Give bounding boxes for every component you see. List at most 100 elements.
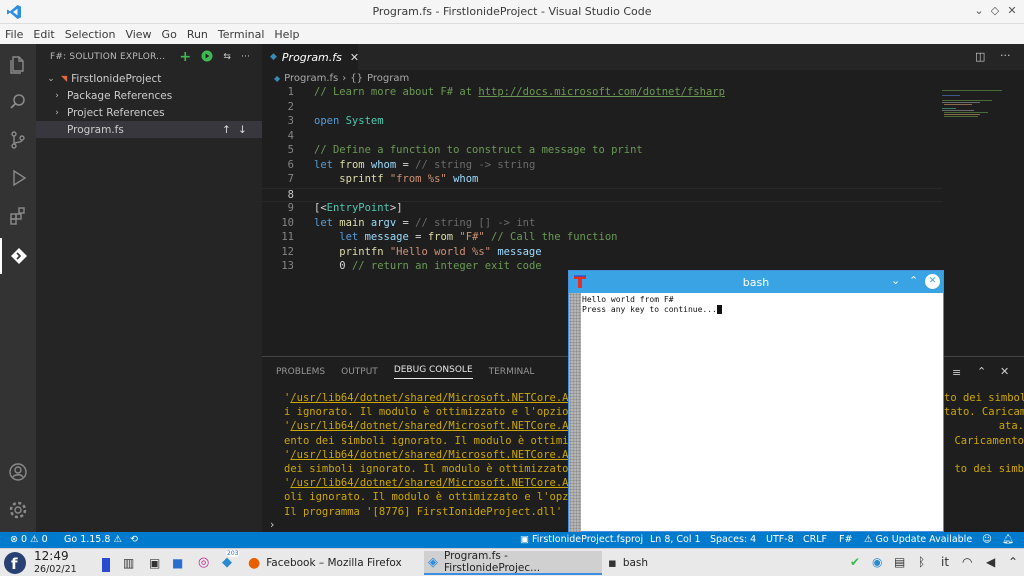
minimap[interactable] [934, 86, 1024, 146]
clear-console-icon[interactable]: ≡ [952, 366, 961, 379]
code-line[interactable]: 6 let from whom = // string -> string [262, 159, 942, 174]
menu-selection[interactable]: Selection [60, 24, 121, 41]
end-of-line[interactable]: CRLF [803, 534, 827, 545]
source-control-icon[interactable] [0, 122, 36, 158]
notifications-icon[interactable]: 🔔︎ [1002, 534, 1014, 545]
terminal-output[interactable]: Hello world from F# Press any key to con… [581, 295, 722, 315]
code-area[interactable]: 1 // Learn more about F# at http://docs.m… [262, 86, 942, 275]
tab-terminal[interactable]: TERMINAL [489, 367, 535, 377]
check-status-icon[interactable]: ✔ [850, 555, 860, 569]
problems-status[interactable]: ⊗ 0 ⚠ 0 [10, 534, 48, 545]
indentation[interactable]: Spaces: 4 [710, 534, 756, 545]
refresh-icon[interactable]: ⇆ [223, 52, 231, 62]
menu-go[interactable]: Go [157, 24, 182, 41]
project-status[interactable]: ▣ FirstIonideProject.fsproj [520, 534, 643, 545]
minimize-icon[interactable]: ⌄ [891, 274, 900, 287]
run-debug-icon[interactable] [0, 160, 36, 196]
tree-item-project-references[interactable]: › Project References [36, 104, 262, 121]
tab-debug-console[interactable]: DEBUG CONSOLE [393, 365, 473, 379]
bluetooth-icon[interactable]: ᛒ [918, 555, 925, 569]
maximize-icon[interactable]: ◇ [988, 4, 1002, 17]
wifi-icon[interactable]: ◠ [962, 555, 972, 569]
cursor-position[interactable]: Ln 8, Col 1 [650, 534, 701, 545]
menu-file[interactable]: File [0, 24, 28, 41]
console-path-link[interactable]: /usr/lib64/dotnet/shared/Microsoft.NETCo… [290, 392, 568, 404]
console-path-link[interactable]: /usr/lib64/dotnet/shared/Microsoft.NETCo… [290, 449, 568, 461]
line-number: 9 [287, 202, 294, 214]
more-actions-icon[interactable]: ··· [1000, 49, 1011, 62]
clock[interactable]: 12:49 26/02/21 [34, 550, 77, 576]
close-icon[interactable]: ✕ [925, 274, 940, 289]
code-line[interactable]: 9 [<EntryPoint>] [262, 202, 942, 217]
account-icon[interactable] [0, 454, 36, 490]
split-editor-icon[interactable]: ◫ [975, 50, 985, 63]
tree-project[interactable]: ⌄ ◥ FirstIonideProject [36, 70, 262, 87]
terminal-scrollbar[interactable] [569, 293, 581, 532]
files-icon[interactable]: ■ [172, 556, 183, 570]
console-path-link[interactable]: /usr/lib64/dotnet/shared/Microsoft.NETCo… [290, 477, 568, 489]
terminal-launcher-icon[interactable]: ▣ [149, 556, 160, 570]
encoding[interactable]: UTF-8 [766, 534, 794, 545]
go-version[interactable]: Go 1.15.8 ⚠ [64, 534, 122, 545]
software-icon[interactable]: ◎ [198, 555, 209, 570]
code-line[interactable]: 7 sprintf "from %s" whom [262, 173, 942, 188]
tab-program-fs[interactable]: ◆ Program.fs ✕ [262, 44, 359, 70]
code-line[interactable]: 2 [262, 101, 942, 116]
run-icon[interactable] [201, 50, 213, 65]
bash-title-bar[interactable]: bash ⌄ ⌃ ✕ [569, 271, 943, 293]
tree-item-package-references[interactable]: › Package References [36, 87, 262, 104]
code-line[interactable]: 3 open System [262, 115, 942, 130]
code-line[interactable]: 5 // Define a function to construct a mes… [262, 144, 942, 159]
clipboard-icon[interactable]: ▤ [894, 555, 905, 569]
breadcrumb-symbol[interactable]: Program [367, 73, 409, 84]
code-line[interactable]: 4 [262, 130, 942, 145]
menu-run[interactable]: Run [182, 24, 213, 41]
move-down-icon[interactable]: ↓ [238, 124, 247, 136]
close-panel-icon[interactable]: ✕ [1000, 365, 1009, 378]
tab-problems[interactable]: PROBLEMS [276, 367, 325, 377]
code-line[interactable]: 1 // Learn more about F# at http://docs.m… [262, 86, 942, 101]
menu-view[interactable]: View [120, 24, 156, 41]
language-mode[interactable]: F# [839, 534, 852, 545]
settings-gear-icon[interactable] [0, 492, 36, 528]
task-bash[interactable]: ▪ bash [604, 551, 782, 575]
more-actions-icon[interactable]: ··· [241, 52, 250, 62]
close-icon[interactable]: ✕ [1005, 4, 1019, 17]
maximize-icon[interactable]: ⌃ [909, 274, 918, 287]
code-line[interactable]: 12 printfn "Hello world %s" message [262, 246, 942, 261]
minimize-icon[interactable]: ⌄ [972, 4, 986, 17]
maximize-panel-icon[interactable]: ⌃ [977, 365, 986, 378]
close-tab-icon[interactable]: ✕ [350, 51, 359, 64]
console-path-link[interactable]: /usr/lib64/dotnet/shared/Microsoft.NETCo… [290, 420, 568, 432]
menu-terminal[interactable]: Terminal [213, 24, 270, 41]
fsharp-solution-explorer-icon[interactable] [0, 238, 36, 274]
update-tray-icon[interactable]: ◉ [872, 555, 882, 569]
task-firefox[interactable]: ● Facebook – Mozilla Firefox [244, 551, 422, 575]
window-manager-icon[interactable]: ▥ [123, 556, 134, 570]
volume-icon[interactable]: ◀ [986, 555, 995, 569]
tab-output[interactable]: OUTPUT [341, 367, 378, 377]
console-prompt[interactable]: › [270, 518, 274, 531]
feedback-icon[interactable]: ☺ [982, 534, 992, 545]
code-line[interactable]: 11 let message = from "F#" // Call the f… [262, 231, 942, 246]
menu-help[interactable]: Help [269, 24, 304, 41]
fedora-logo-icon[interactable]: f [3, 551, 27, 575]
move-up-icon[interactable]: ↑ [222, 124, 231, 136]
menu-edit[interactable]: Edit [28, 24, 59, 41]
tray-expand-icon[interactable]: ⌃ [1008, 555, 1018, 569]
keyboard-layout-label[interactable]: it [941, 555, 949, 569]
breadcrumb-file[interactable]: Program.fs [284, 73, 338, 84]
task-vscode[interactable]: ◈ Program.fs - FirstIonideProjec... [424, 550, 602, 575]
code-line[interactable]: 8 [262, 187, 942, 202]
explorer-icon[interactable] [0, 46, 36, 82]
updates-icon[interactable]: ◆ [222, 555, 232, 570]
search-icon[interactable] [0, 84, 36, 120]
extensions-icon[interactable] [0, 198, 36, 234]
sync-icon[interactable]: ⟲ [130, 534, 138, 545]
workspace-indicator-icon[interactable] [102, 558, 110, 572]
tree-item-program-fs[interactable]: Program.fs ↑ ↓ [36, 121, 262, 138]
code-line[interactable]: 10 let main argv = // string [] -> int [262, 217, 942, 232]
go-update[interactable]: ⚠ Go Update Available [864, 534, 972, 545]
code-token: "from %s" [389, 173, 454, 185]
add-icon[interactable]: + [179, 49, 191, 65]
